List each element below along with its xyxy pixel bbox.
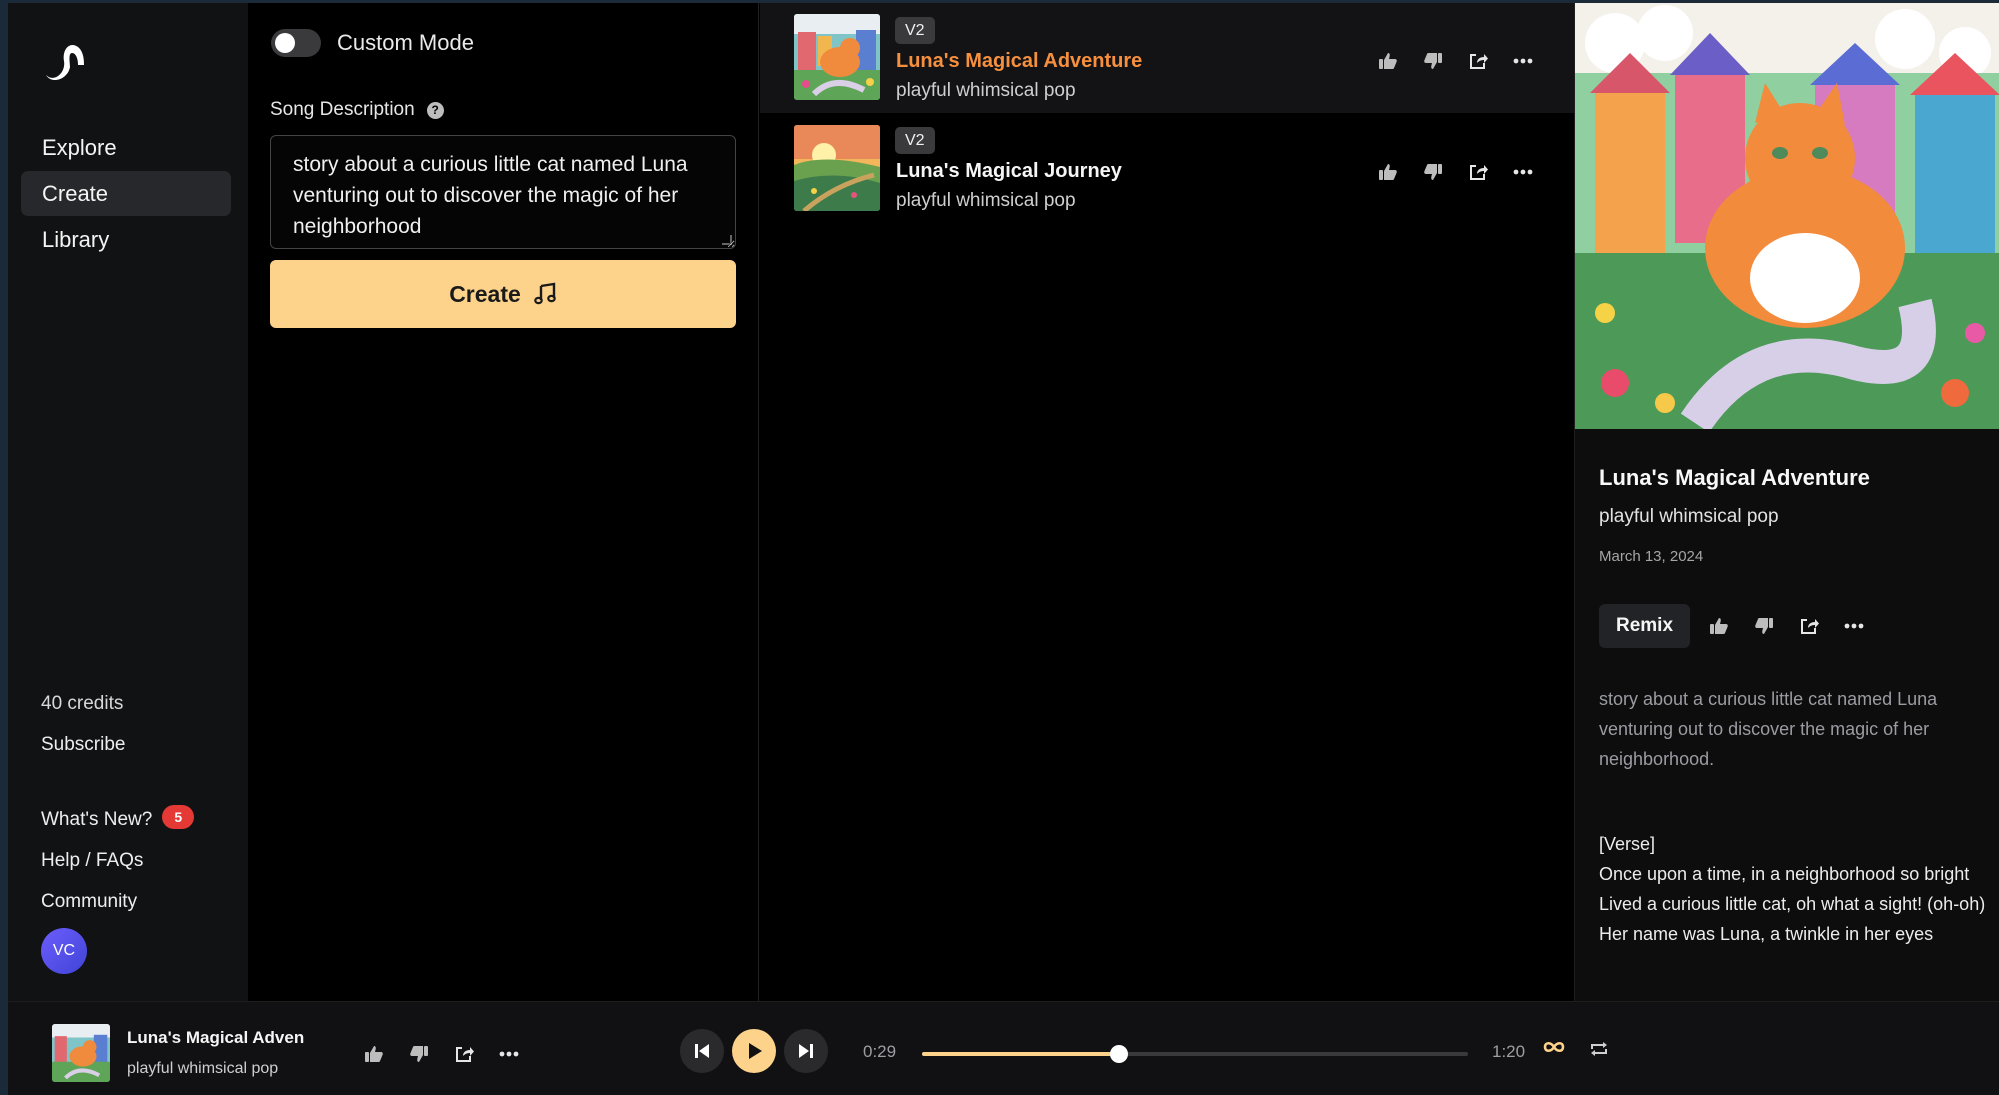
help-icon[interactable]: ? xyxy=(426,101,444,119)
song-detail-panel: Luna's Magical Adventure playful whimsic… xyxy=(1574,3,1999,1001)
sidebar-footer: 40 credits Subscribe What's New? 5 Help /… xyxy=(41,683,241,974)
sidebar-item-create[interactable]: Create xyxy=(21,171,231,216)
more-options-icon[interactable] xyxy=(1500,47,1545,75)
thumbs-down-icon[interactable] xyxy=(1410,158,1455,186)
credits-count: 40 credits xyxy=(41,693,124,714)
detail-title: Luna's Magical Adventure xyxy=(1599,465,1870,490)
thumbs-up-icon[interactable] xyxy=(1365,47,1410,75)
song-title[interactable]: Luna's Magical Journey xyxy=(896,160,1122,183)
song-actions xyxy=(1365,47,1545,75)
lyric-line: [Verse] xyxy=(1599,834,1656,854)
play-button[interactable] xyxy=(732,1029,776,1073)
music-note-icon xyxy=(533,282,556,305)
next-track-button[interactable] xyxy=(784,1029,828,1073)
loop-icon[interactable] xyxy=(1543,1040,1565,1059)
detail-actions: Remix xyxy=(1599,604,1876,648)
song-row[interactable]: V2 Luna's Magical Adventure playful whim… xyxy=(760,3,1581,113)
sidebar-item-explore[interactable]: Explore xyxy=(21,125,231,170)
thumbs-down-icon[interactable] xyxy=(1741,612,1786,640)
song-list: V2 Luna's Magical Adventure playful whim… xyxy=(760,3,1581,1001)
create-panel: Custom Mode Song Description ? story abo… xyxy=(248,3,759,1001)
progress-handle[interactable] xyxy=(1109,1045,1128,1063)
repeat-icon[interactable] xyxy=(1590,1041,1608,1062)
progress-bar[interactable] xyxy=(922,1045,1468,1063)
thumbs-up-icon[interactable] xyxy=(351,1040,396,1068)
resize-handle-icon[interactable] xyxy=(722,235,732,245)
notification-badge: 5 xyxy=(162,805,195,829)
create-button[interactable]: Create xyxy=(270,260,736,328)
song-description-label: Song Description ? xyxy=(270,99,444,121)
player-bar: Luna's Magical Adven playful whimsical p… xyxy=(8,1001,1999,1095)
song-description-input[interactable]: story about a curious little cat named L… xyxy=(270,135,736,249)
custom-mode-label: Custom Mode xyxy=(337,30,474,55)
detail-date: March 13, 2024 xyxy=(1599,548,1704,565)
community-link[interactable]: Community xyxy=(41,881,241,922)
create-button-label: Create xyxy=(449,280,521,307)
song-description-value: story about a curious little cat named L… xyxy=(293,153,688,238)
subscribe-link[interactable]: Subscribe xyxy=(41,724,241,765)
lyric-line: Her name was Luna, a twinkle in her eyes xyxy=(1599,924,1934,944)
whats-new-label: What's New? xyxy=(41,809,153,830)
detail-genre: playful whimsical pop xyxy=(1599,506,1779,527)
song-cover-image[interactable] xyxy=(794,125,880,211)
skip-forward-icon xyxy=(799,1044,813,1058)
whats-new-link[interactable]: What's New? 5 xyxy=(41,799,241,840)
thumbs-down-icon[interactable] xyxy=(1410,47,1455,75)
help-faqs-link[interactable]: Help / FAQs xyxy=(41,840,241,881)
detail-lyrics: [Verse] Once upon a time, in a neighborh… xyxy=(1599,829,1989,949)
detail-prompt: story about a curious little cat named L… xyxy=(1599,689,1938,769)
song-row[interactable]: V2 Luna's Magical Journey playful whimsi… xyxy=(760,113,1581,223)
suno-logo-icon[interactable] xyxy=(40,35,90,85)
player-title[interactable]: Luna's Magical Adven xyxy=(127,1028,307,1048)
thumbs-up-icon[interactable] xyxy=(1696,612,1741,640)
share-icon[interactable] xyxy=(1455,47,1500,75)
more-options-icon[interactable] xyxy=(1500,158,1545,186)
custom-mode-toggle[interactable] xyxy=(271,29,321,57)
player-actions xyxy=(351,1040,531,1068)
lyric-line: Lived a curious little cat, oh what a si… xyxy=(1599,894,1986,914)
app-window: Explore Create Library 40 credits Subscr… xyxy=(8,3,1999,1095)
more-options-icon[interactable] xyxy=(1831,612,1876,640)
user-avatar[interactable]: VC xyxy=(41,928,87,974)
sidebar: Explore Create Library 40 credits Subscr… xyxy=(8,3,248,1001)
song-cover-image[interactable] xyxy=(794,14,880,100)
song-title[interactable]: Luna's Magical Adventure xyxy=(896,50,1142,73)
total-duration: 1:20 xyxy=(1492,1042,1526,1061)
remix-button[interactable]: Remix xyxy=(1599,604,1691,648)
sidebar-item-library[interactable]: Library xyxy=(21,217,231,262)
custom-mode-row: Custom Mode xyxy=(271,27,474,59)
version-badge: V2 xyxy=(895,17,935,44)
sidebar-nav: Explore Create Library xyxy=(21,125,231,263)
more-options-icon[interactable] xyxy=(486,1040,531,1068)
thumbs-up-icon[interactable] xyxy=(1365,158,1410,186)
version-badge: V2 xyxy=(895,127,935,154)
player-cover-image[interactable] xyxy=(52,1024,110,1082)
previous-track-button[interactable] xyxy=(680,1029,724,1073)
progress-fill xyxy=(922,1052,1119,1056)
player-genre: playful whimsical pop xyxy=(127,1060,279,1077)
detail-cover-image xyxy=(1575,3,1999,429)
elapsed-time: 0:29 xyxy=(863,1042,897,1061)
share-icon[interactable] xyxy=(1455,158,1500,186)
song-description-label-text: Song Description xyxy=(270,99,415,120)
skip-back-icon xyxy=(695,1044,709,1058)
lyric-line: Once upon a time, in a neighborhood so b… xyxy=(1599,864,1970,884)
thumbs-down-icon[interactable] xyxy=(396,1040,441,1068)
song-genre: playful whimsical pop xyxy=(896,80,1076,101)
song-genre: playful whimsical pop xyxy=(896,190,1076,211)
song-actions xyxy=(1365,158,1545,186)
play-icon xyxy=(749,1043,762,1059)
share-icon[interactable] xyxy=(1786,612,1831,640)
share-icon[interactable] xyxy=(441,1040,486,1068)
playback-controls xyxy=(680,1029,836,1073)
